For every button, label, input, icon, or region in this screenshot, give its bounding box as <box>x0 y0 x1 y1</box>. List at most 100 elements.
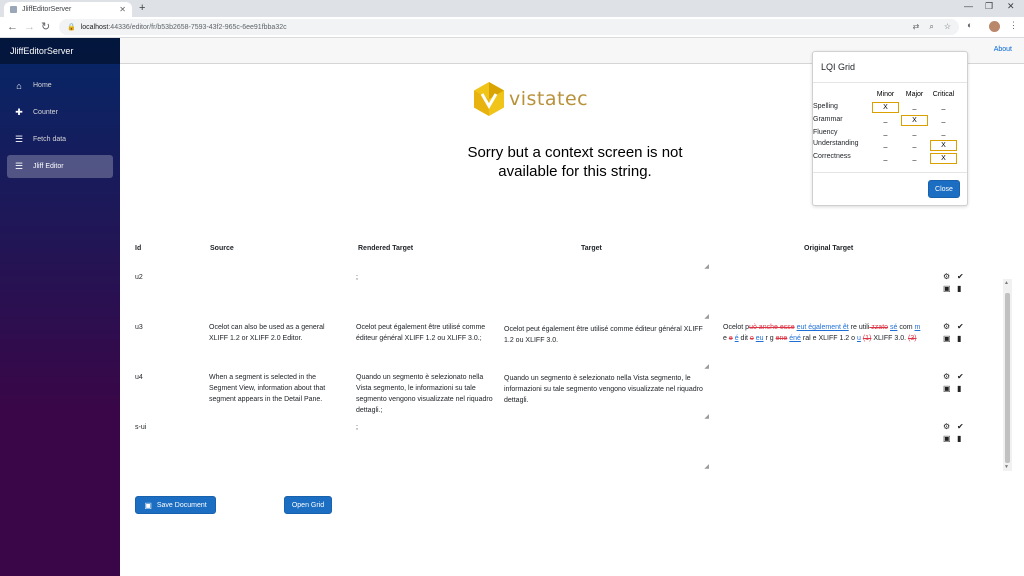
new-tab-button[interactable]: + <box>139 2 145 15</box>
check-icon[interactable]: ✔ <box>957 272 971 282</box>
gear-icon[interactable]: ⚙ <box>943 322 957 332</box>
zoom-icon[interactable]: ⌕ <box>929 22 933 32</box>
lqi-cell-understanding-critical[interactable]: X <box>930 140 957 151</box>
target-textarea[interactable]: ◢ <box>500 322 710 370</box>
back-icon[interactable]: ← <box>7 21 18 34</box>
lqi-cell-grammar-minor[interactable]: _ <box>872 115 899 126</box>
divider <box>813 172 967 173</box>
lqi-grid-dialog: LQI Grid Spelling Grammar Fluency Unders… <box>812 51 968 206</box>
nav-item-counter[interactable]: ✚ Counter <box>7 101 113 124</box>
forward-icon[interactable]: → <box>24 21 35 34</box>
lqi-cell-correctness-minor[interactable]: _ <box>872 153 899 164</box>
nav-item-jliff-editor[interactable]: ☰ Jliff Editor <box>7 155 113 178</box>
save-icon[interactable]: ▣ <box>943 434 957 444</box>
nav-item-label: Home <box>33 82 52 89</box>
nav-item-home[interactable]: ⌂ Home <box>7 74 113 97</box>
gear-icon[interactable]: ⚙ <box>943 372 957 382</box>
deleted-text: ene <box>775 335 788 342</box>
lock-icon: 🔒 <box>67 24 76 31</box>
lqi-grid-title: LQI Grid <box>821 62 856 72</box>
row-id: s-ui <box>135 424 147 431</box>
close-button[interactable]: Close <box>928 180 960 198</box>
save-document-button[interactable]: ▣ Save Document <box>135 496 216 514</box>
menu-kebab-icon[interactable]: ⋮ <box>1009 20 1018 31</box>
tab-close-icon[interactable]: ✕ <box>119 5 126 14</box>
save-icon[interactable]: ▣ <box>943 384 957 394</box>
extension-icon[interactable]: ◐ <box>967 20 972 30</box>
lqi-cell-spelling-major[interactable]: _ <box>901 102 928 113</box>
lqi-cell-fluency-minor[interactable]: _ <box>872 128 899 139</box>
restore-icon[interactable]: ❐ <box>985 1 993 12</box>
unchanged-text: com <box>897 324 915 331</box>
minimize-icon[interactable]: — <box>964 1 973 11</box>
browser-toolbar: ← → ↻ 🔒 localhost:44336/editor/fr/b53b26… <box>0 17 1024 38</box>
lqi-cell-correctness-major[interactable]: _ <box>901 153 928 164</box>
category-correctness: Correctness <box>813 153 851 160</box>
lqi-cell-grammar-critical[interactable]: _ <box>930 115 957 126</box>
save-icon[interactable]: ▣ <box>943 284 957 294</box>
rendered-target-cell: Quando un segmento è selezionato nella V… <box>356 374 493 414</box>
target-textarea[interactable]: ◢ <box>500 422 710 470</box>
bookmark-icon[interactable]: ▮ <box>957 334 971 344</box>
lqi-cell-spelling-minor[interactable]: X <box>872 102 899 113</box>
source-cell: Ocelot can also be used as a general XLI… <box>209 324 325 342</box>
lqi-cell-fluency-critical[interactable]: _ <box>930 128 957 139</box>
bookmark-icon[interactable]: ▮ <box>957 434 971 444</box>
lqi-cell-correctness-critical[interactable]: X <box>930 153 957 164</box>
unchanged-text: r g <box>763 335 776 342</box>
nav-item-label: Fetch data <box>33 136 67 143</box>
tab-title: JliffEditorServer <box>22 6 72 13</box>
lqi-cell-fluency-major[interactable]: _ <box>901 128 928 139</box>
scroll-down-icon[interactable]: ▼ <box>1004 464 1009 470</box>
inserted-text: eu <box>755 335 764 342</box>
col-header-rendered-target: Rendered Target <box>358 245 414 252</box>
translate-icon[interactable]: ⇄ <box>913 22 920 32</box>
unchanged-text: Ocelot p <box>723 324 750 331</box>
lqi-cell-understanding-minor[interactable]: _ <box>872 140 899 151</box>
col-header-id: Id <box>135 245 142 252</box>
reload-icon[interactable]: ↻ <box>41 21 50 34</box>
category-spelling: Spelling <box>813 103 838 110</box>
target-textarea[interactable]: ◢ <box>500 372 710 420</box>
save-icon[interactable]: ▣ <box>943 334 957 344</box>
app-brand[interactable]: JliffEditorServer <box>0 38 120 64</box>
floppy-icon: ▣ <box>144 500 152 510</box>
bookmark-star-icon[interactable]: ☆ <box>944 22 951 32</box>
severity-column-major: Major _ X _ _ _ <box>900 90 929 165</box>
address-bar[interactable]: 🔒 localhost:44336/editor/fr/b53b2658-759… <box>59 19 959 35</box>
nav-item-fetch-data[interactable]: ☰ Fetch data <box>7 128 113 151</box>
inserted-text: m <box>914 324 921 331</box>
lqi-cell-spelling-critical[interactable]: _ <box>930 102 957 113</box>
target-textarea[interactable]: ◢ <box>500 272 710 320</box>
row-actions: ⚙ ✔ ▣ ▮ <box>943 272 971 294</box>
target-textarea[interactable]: ◢ <box>500 262 710 270</box>
row-actions: ⚙ ✔ ▣ ▮ <box>943 422 971 444</box>
gear-icon[interactable]: ⚙ <box>943 422 957 432</box>
nav-item-label: Counter <box>33 109 58 116</box>
category-grammar: Grammar <box>813 116 843 123</box>
bookmark-icon[interactable]: ▮ <box>957 384 971 394</box>
scrollbar-thumb[interactable] <box>1005 293 1010 463</box>
check-icon[interactable]: ✔ <box>957 322 971 332</box>
nav-item-label: Jliff Editor <box>33 163 64 170</box>
scroll-up-icon[interactable]: ▲ <box>1004 280 1009 286</box>
divider <box>813 82 967 83</box>
col-header-original-target: Original Target <box>804 245 854 252</box>
logo-text: vistatec <box>509 88 589 110</box>
gear-icon[interactable]: ⚙ <box>943 272 957 282</box>
browser-tabstrip: JliffEditorServer ✕ + — ❐ ✕ <box>0 0 1024 17</box>
context-message: Sorry but a context screen is not availa… <box>467 144 683 180</box>
table-scrollbar[interactable]: ▲ ▼ <box>1003 279 1012 471</box>
lqi-cell-grammar-major[interactable]: X <box>901 115 928 126</box>
check-icon[interactable]: ✔ <box>957 372 971 382</box>
bookmark-icon[interactable]: ▮ <box>957 284 971 294</box>
browser-tab[interactable]: JliffEditorServer ✕ <box>4 2 132 17</box>
window-close-icon[interactable]: ✕ <box>1007 1 1015 12</box>
lqi-cell-understanding-major[interactable]: _ <box>901 140 928 151</box>
deleted-text: uò anche esse <box>749 324 795 331</box>
vistatec-logo-mark-icon <box>474 82 504 116</box>
check-icon[interactable]: ✔ <box>957 422 971 432</box>
open-grid-button[interactable]: Open Grid <box>284 496 332 514</box>
about-link[interactable]: About <box>994 46 1012 53</box>
profile-avatar[interactable] <box>989 21 1000 32</box>
